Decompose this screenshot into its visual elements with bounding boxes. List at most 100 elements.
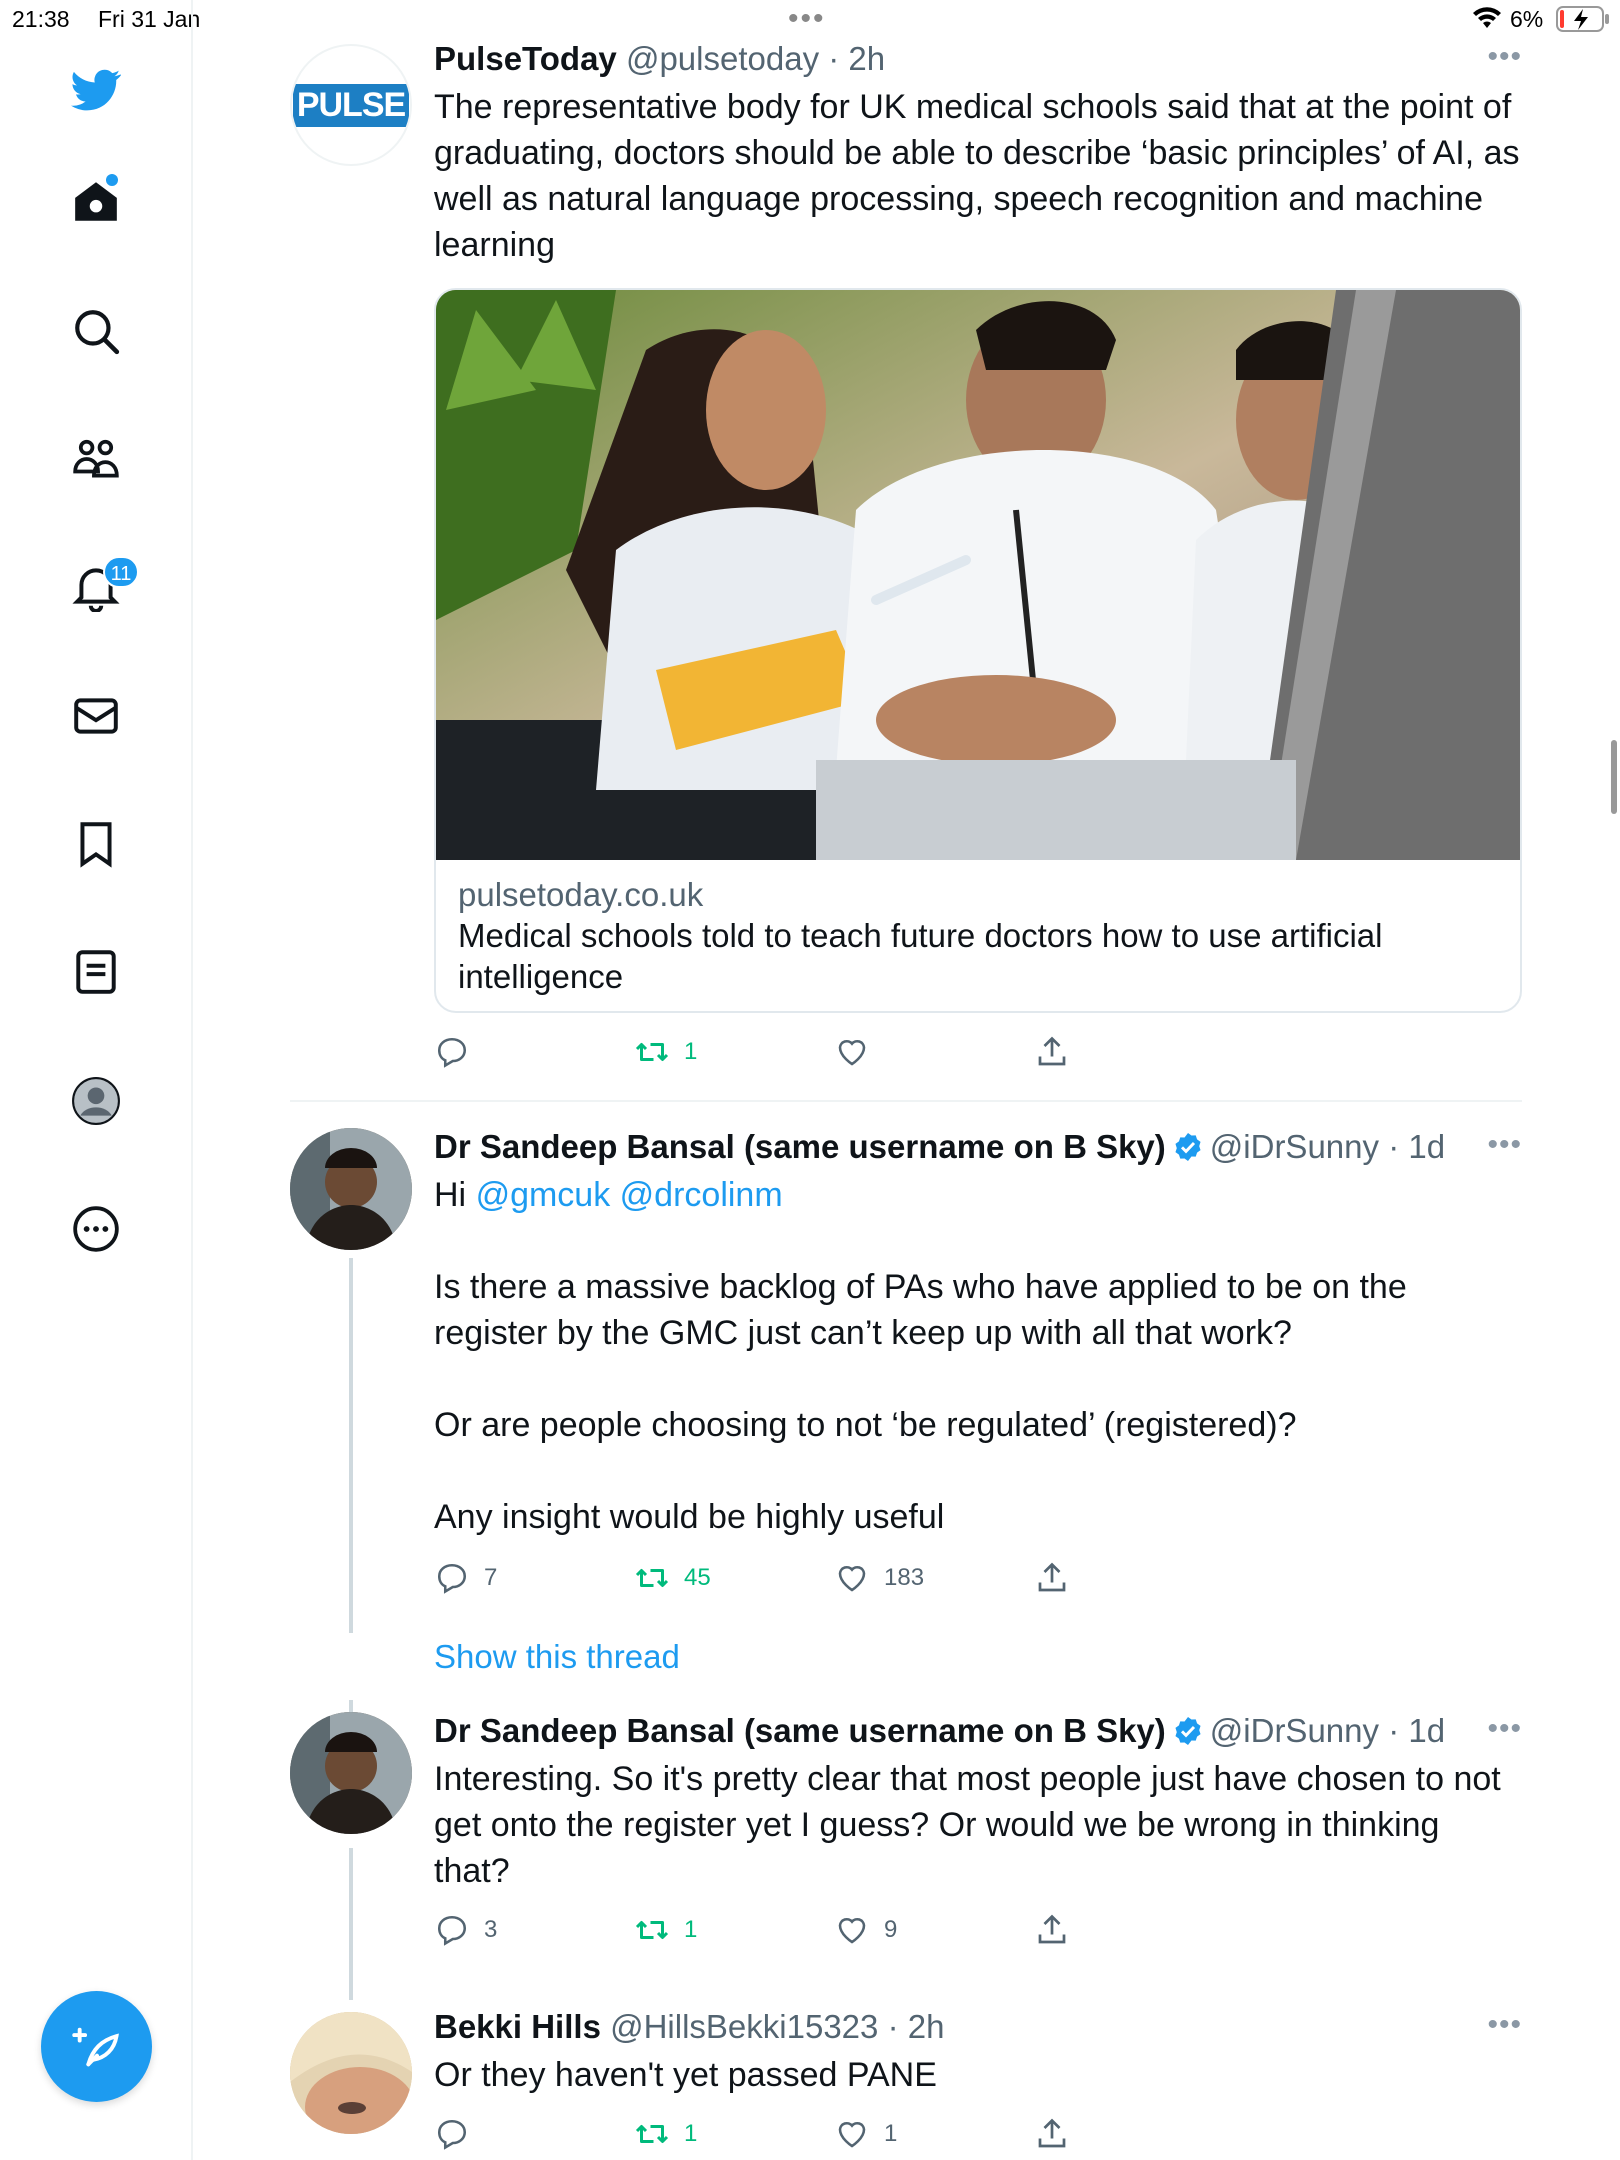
heart-icon [838,2121,866,2148]
retweet-button[interactable]: 1 [634,1032,697,1072]
reply-button[interactable]: 3 [434,1910,497,1950]
like-button[interactable]: 1 [834,2114,897,2154]
card-title: Medical schools told to teach future doc… [458,917,1383,995]
reply-button[interactable]: 7 [434,1558,497,1598]
tweet-actions: 7 45 183 [434,1558,1522,1598]
retweet-button[interactable]: 45 [634,1558,711,1598]
tweet-time[interactable]: · 2h [828,40,885,77]
more-options-icon[interactable]: ••• [1487,2008,1522,2042]
pulse-logo-text: PULSE [292,83,410,127]
share-icon [1038,1562,1066,1592]
like-button[interactable]: 9 [834,1910,897,1950]
retweet-count: 45 [684,1564,711,1591]
messages-icon[interactable] [62,682,130,750]
tweet-idrsunny-2[interactable]: Dr Sandeep Bansal (same username on B Sk… [290,1712,1522,1952]
tweet-paragraph: Interesting. So it's pretty clear that m… [434,1760,1501,1890]
reply-count: 3 [484,1916,498,1943]
verified-badge-icon [1175,1717,1201,1745]
share-button[interactable] [1034,1910,1070,1950]
reply-icon [437,2119,467,2150]
show-thread-link[interactable]: Show this thread [434,1638,680,1676]
lists-icon[interactable] [62,938,130,1006]
share-button[interactable] [1034,2114,1070,2154]
tweet-divider [290,1100,1522,1102]
author-handle[interactable]: @iDrSunny [1210,1712,1379,1749]
retweet-button[interactable]: 1 [634,2114,697,2154]
author-name[interactable]: Dr Sandeep Bansal (same username on B Sk… [434,1712,1166,1749]
tweet-header: Dr Sandeep Bansal (same username on B Sk… [434,1712,1445,1750]
author-handle[interactable]: @HillsBekki15323 [610,2008,878,2045]
battery-charging-icon [1556,6,1610,32]
link-card[interactable]: pulsetoday.co.uk Medical schools told to… [434,288,1522,1013]
tweet-text: Hi @gmcuk @drcolinm Is there a massive b… [434,1172,1522,1540]
tweet-idrsunny-1[interactable]: Dr Sandeep Bansal (same username on B Sk… [290,1128,1522,1688]
bookmarks-icon[interactable] [62,810,130,878]
communities-icon[interactable] [62,425,130,493]
share-icon [1038,1914,1066,1944]
tweet-hillsbekki[interactable]: Bekki Hills @HillsBekki15323 · 2h ••• Or… [290,2008,1522,2160]
tweet-header: PulseToday @pulsetoday · 2h [434,40,885,78]
scrollbar[interactable] [1611,740,1617,814]
more-options-icon[interactable]: ••• [1487,40,1522,74]
reply-count: 7 [484,1564,498,1591]
reply-button[interactable] [434,2114,484,2154]
retweet-button[interactable]: 1 [634,1910,697,1950]
author-handle[interactable]: @iDrSunny [1210,1128,1379,1165]
tweet-text: The representative body for UK medical s… [434,84,1522,268]
tweet-time[interactable]: · 2h [888,2008,945,2045]
like-count: 1 [884,2120,898,2147]
author-name[interactable]: Bekki Hills [434,2008,601,2045]
app-root: 21:38 Fri 31 Jan ••• 6% 11 PULSE PulseTo… [0,0,1620,2160]
heart-icon [838,1039,866,1066]
avatar-photo [290,1712,412,1834]
avatar-pulsetoday[interactable]: PULSE [290,44,412,166]
article-photo [436,290,1520,860]
share-icon [1038,1036,1066,1066]
notification-count-badge: 11 [103,556,139,588]
more-icon[interactable] [62,1195,130,1263]
tweet-actions: 1 [434,1032,1522,1072]
article-image[interactable] [436,290,1520,860]
avatar-hillsbekki[interactable] [290,2012,412,2134]
more-options-icon[interactable]: ••• [1487,1128,1522,1162]
home-icon[interactable] [62,168,130,236]
share-button[interactable] [1034,1558,1070,1598]
avatar-idrsunny[interactable] [290,1712,412,1834]
avatar-photo [290,2012,412,2134]
like-count: 183 [884,1564,925,1591]
tweet-paragraph: The representative body for UK medical s… [434,88,1520,264]
card-domain: pulsetoday.co.uk [458,876,704,913]
twitter-logo-icon[interactable] [62,56,130,124]
tweet-header: Bekki Hills @HillsBekki15323 · 2h [434,2008,944,2046]
tweet-paragraph: Is there a massive backlog of PAs who ha… [434,1268,1407,1352]
greeting-text: Hi [434,1176,467,1214]
like-button[interactable] [834,1032,884,1072]
thread-connector [349,1700,353,1712]
reply-button[interactable] [434,1032,484,1072]
tweet-time[interactable]: · 1d [1388,1128,1445,1165]
share-button[interactable] [1034,1032,1070,1072]
tweet-header: Dr Sandeep Bansal (same username on B Sk… [434,1128,1445,1166]
sidebar-nav: 11 [0,0,193,2160]
home-unread-dot [106,174,118,186]
reply-icon [437,1563,467,1594]
compose-tweet-button[interactable] [41,1991,152,2102]
author-name[interactable]: Dr Sandeep Bansal (same username on B Sk… [434,1128,1166,1165]
tweet-time[interactable]: · 1d [1388,1712,1445,1749]
author-name[interactable]: PulseToday [434,40,617,77]
retweet-icon [635,1043,669,1061]
avatar-idrsunny[interactable] [290,1128,412,1250]
tweet-pulsetoday[interactable]: PULSE PulseToday @pulsetoday · 2h ••• Th… [290,40,1522,1100]
reply-icon [437,1037,467,1068]
more-options-icon[interactable]: ••• [1487,1712,1522,1746]
profile-icon[interactable] [62,1067,130,1135]
battery-percent: 6% [1510,6,1544,32]
retweet-icon [635,2125,669,2143]
tweet-actions: 1 1 [434,2114,1522,2154]
search-icon[interactable] [62,297,130,365]
like-button[interactable]: 183 [834,1558,924,1598]
mention-links[interactable]: @gmcuk @drcolinm [476,1176,783,1214]
author-handle[interactable]: @pulsetoday [626,40,819,77]
multitasking-dots-icon[interactable]: ••• [788,2,826,36]
